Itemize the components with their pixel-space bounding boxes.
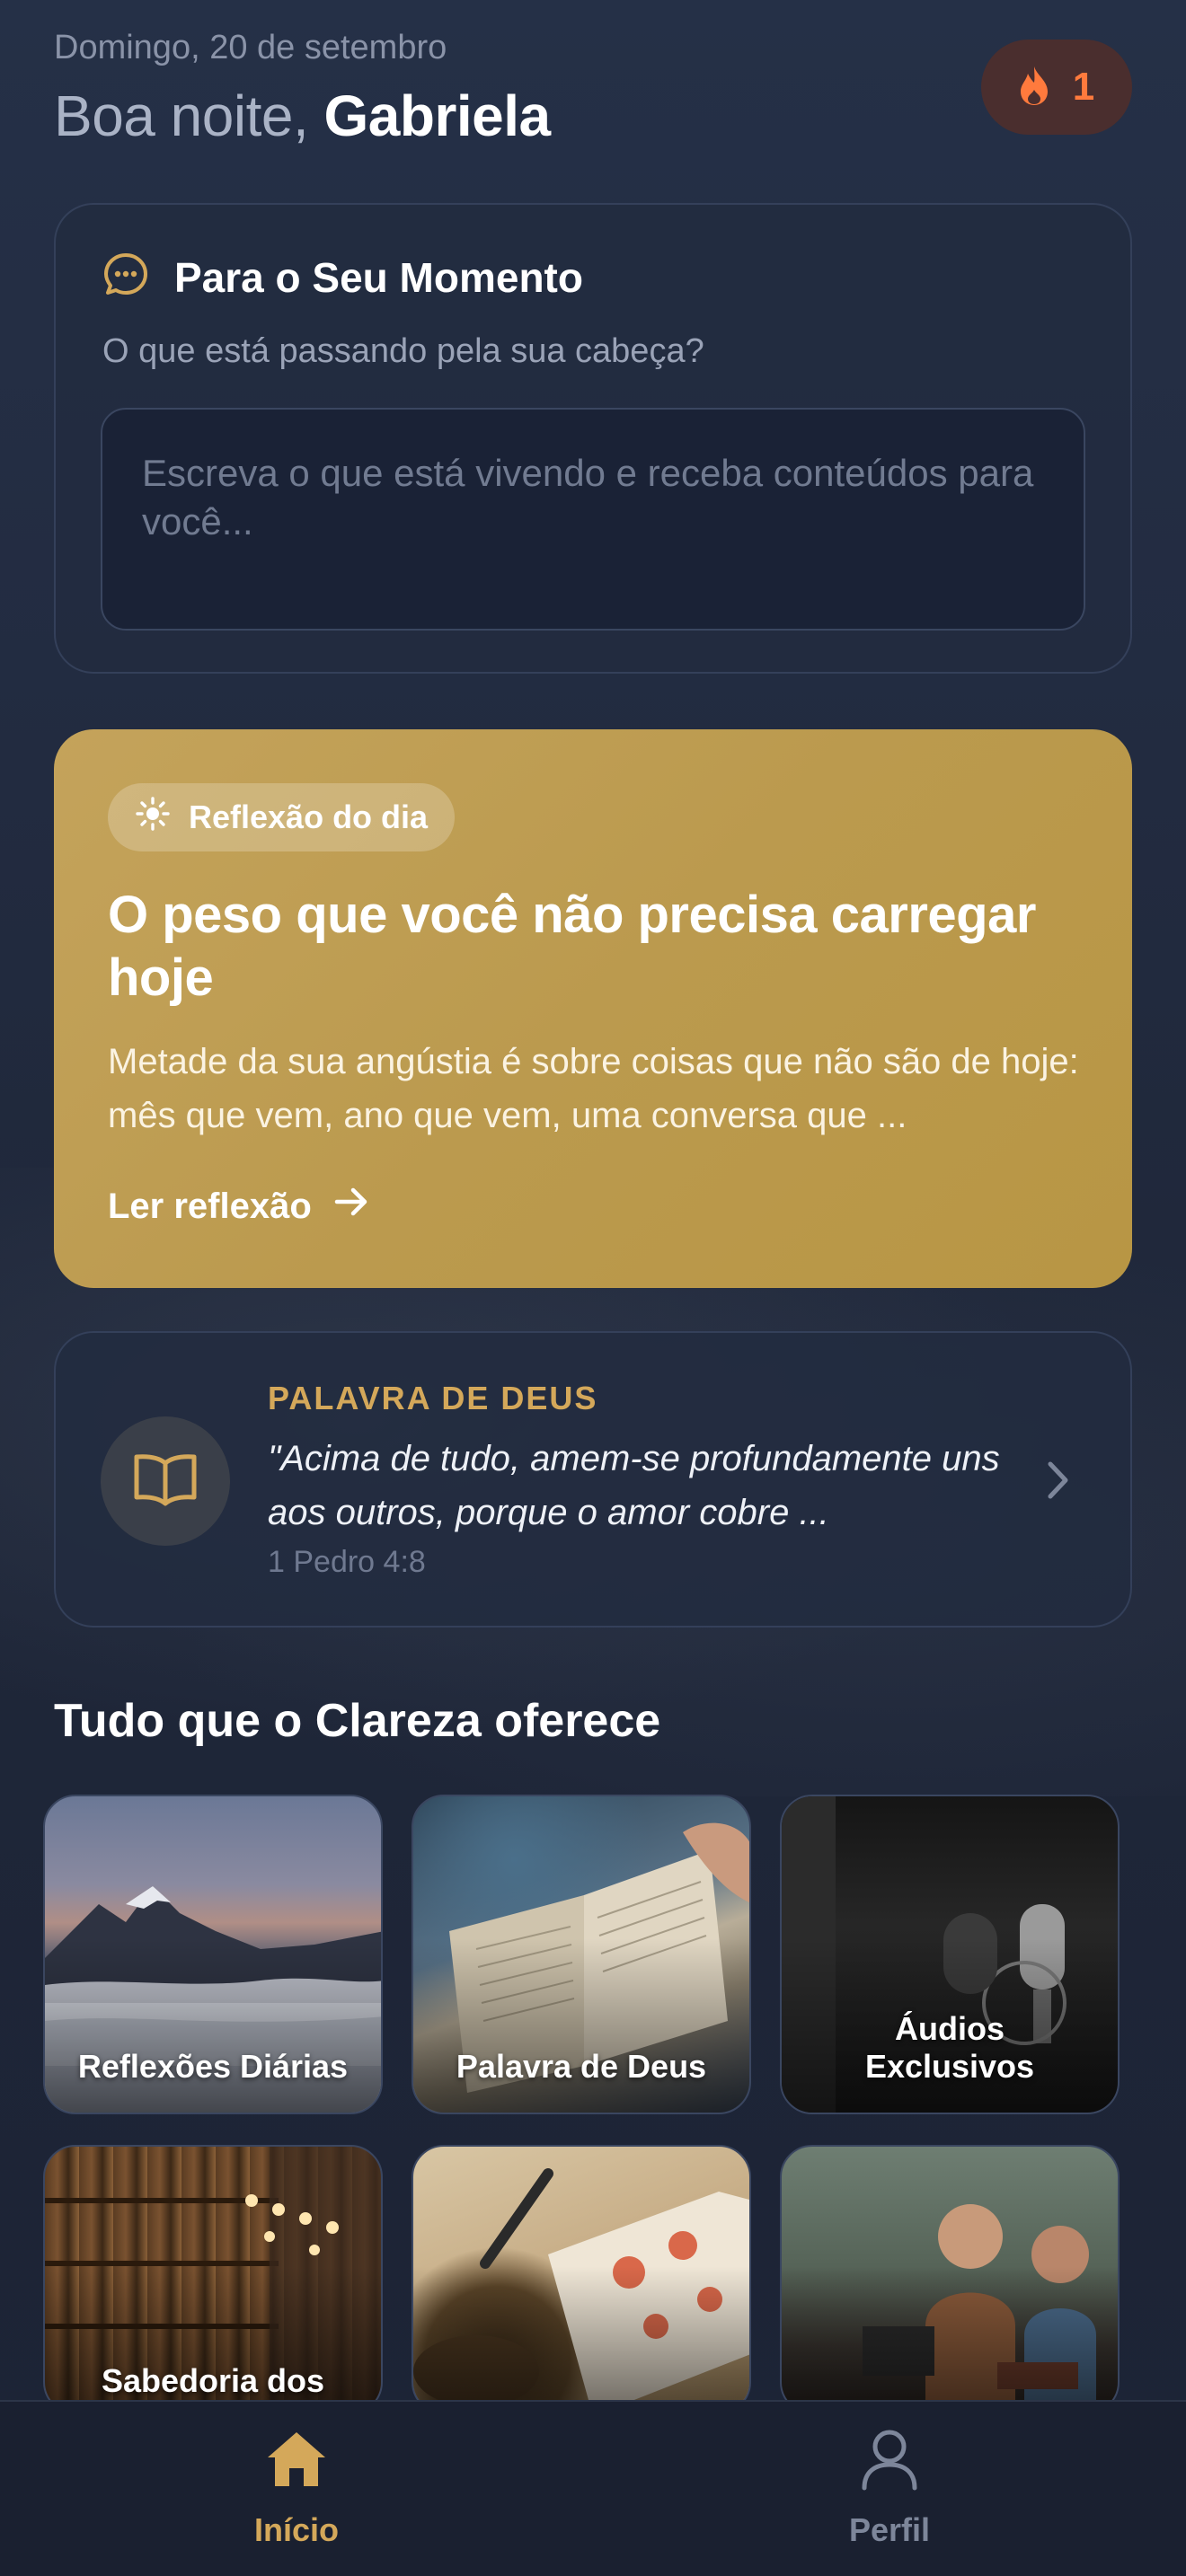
sun-icon [135, 796, 171, 840]
feature-label: Palavra de Deus [456, 2048, 707, 2085]
feature-label: Sabedoria dos [101, 2362, 325, 2399]
streak-badge[interactable]: 1 [981, 40, 1132, 135]
nav-label-perfil: Perfil [848, 2511, 931, 2548]
flame-icon [1019, 65, 1049, 110]
moment-card: Para o Seu Momento O que está passando p… [54, 203, 1132, 674]
home-icon [264, 2429, 329, 2494]
home-screen: Domingo, 20 de setembro Boa noite, Gabri… [0, 0, 1186, 2576]
nav-item-inicio[interactable]: Início [162, 2402, 431, 2576]
tile-shade [413, 2147, 749, 2413]
verse-card[interactable]: PALAVRA DE DEUS "Acima de tudo, amem-se … [54, 1331, 1132, 1628]
feature-tile-community[interactable] [780, 2145, 1120, 2414]
open-book-icon [132, 1452, 199, 1511]
reflection-badge-label: Reflexão do dia [189, 798, 429, 835]
daily-reflection-card[interactable]: Reflexão do dia O peso que você não prec… [54, 729, 1132, 1288]
nav-item-perfil[interactable]: Perfil [755, 2402, 1024, 2576]
bottom-navigation: Início Perfil [0, 2400, 1186, 2576]
read-reflection-label: Ler reflexão [108, 1186, 312, 1226]
moment-subtitle: O que está passando pela sua cabeça? [102, 332, 704, 370]
read-reflection-link[interactable]: Ler reflexão [108, 1186, 369, 1227]
moment-input[interactable]: Escreva o que está vivendo e receba cont… [101, 408, 1085, 631]
verse-icon-circle [101, 1416, 230, 1546]
feature-tile-journal[interactable] [412, 2145, 751, 2414]
feature-label: Reflexões Diárias [77, 2048, 349, 2085]
verse-quote: "Acima de tudo, amem-se profundamente un… [268, 1439, 1000, 1532]
verse-reference: 1 Pedro 4:8 [268, 1545, 426, 1579]
chat-bubble-icon [102, 251, 149, 303]
chevron-right-icon [1044, 1459, 1071, 1506]
arrow-right-icon [333, 1186, 369, 1227]
greeting: Boa noite, Gabriela [54, 83, 551, 149]
reflection-title: O peso que você não precisa carregar hoj… [108, 886, 1036, 1007]
streak-count: 1 [1072, 65, 1095, 109]
feature-tile-reflexoes[interactable]: Reflexões Diárias [43, 1795, 383, 2114]
feature-label: Áudios Exclusivos [864, 2010, 1035, 2085]
user-icon [859, 2429, 920, 2496]
moment-title: Para o Seu Momento [174, 253, 583, 301]
user-name: Gabriela [323, 84, 552, 148]
greeting-text: Boa noite, [54, 84, 324, 148]
feature-tile-sabedoria[interactable]: Sabedoria dos [43, 2145, 383, 2414]
features-title: Tudo que o Clareza oferece [54, 1695, 661, 1747]
moment-title-row: Para o Seu Momento [102, 251, 583, 303]
current-date: Domingo, 20 de setembro [54, 29, 447, 66]
reflection-badge: Reflexão do dia [108, 783, 456, 851]
feature-tile-palavra[interactable]: Palavra de Deus [412, 1795, 751, 2114]
tile-shade [782, 2147, 1118, 2413]
feature-tile-audios[interactable]: Áudios Exclusivos [780, 1795, 1120, 2114]
reflection-excerpt: Metade da sua angústia é sobre coisas qu… [108, 1042, 1079, 1135]
verse-label: PALAVRA DE DEUS [268, 1380, 598, 1416]
nav-label-inicio: Início [253, 2511, 339, 2548]
